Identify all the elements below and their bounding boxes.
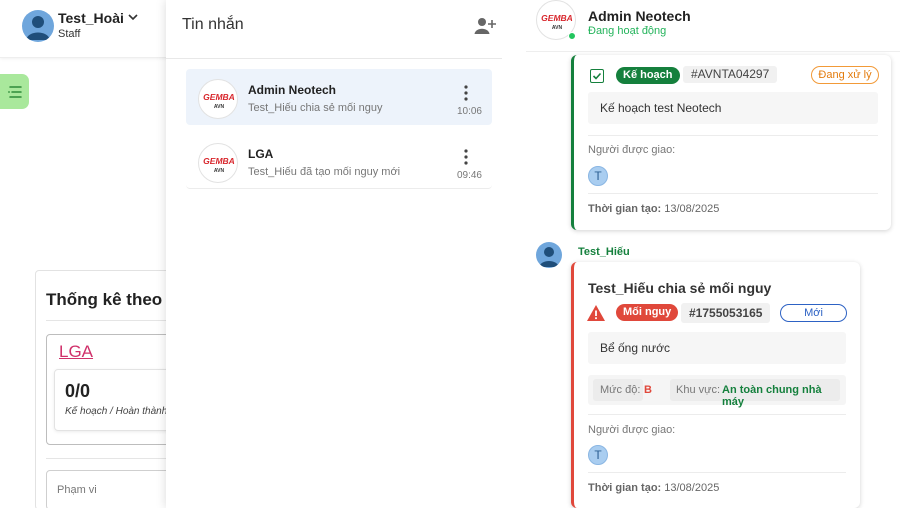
conversation-name: Admin Neotech [248,83,337,97]
gemba-logo: GEMBA AVN [198,143,238,183]
assignee-avatar[interactable]: T [588,166,608,186]
hazard-badge: Mối nguy [616,304,679,321]
svg-text:AVN: AVN [552,25,563,31]
severity-label: Mức độ: [600,384,641,396]
assignee-label: Người được giao: [588,424,676,436]
count-label: Kế hoạch / Hoàn thành [65,406,168,417]
sender-avatar [536,242,562,268]
more-options-icon[interactable] [460,148,472,166]
hazard-content: Bể ống nước [588,332,846,364]
svg-text:GEMBA: GEMBA [203,92,235,102]
status-badge: Mới [780,304,847,322]
conversation-item[interactable]: GEMBA AVN LGA Test_Hiếu đã tạo mối nguy … [186,133,492,189]
user-avatar[interactable] [22,10,54,42]
conversation-name: LGA [248,147,274,161]
conversation-time: 09:46 [456,170,482,181]
conversation-preview: Test_Hiếu đã tạo mối nguy mới [248,166,401,178]
gemba-logo: GEMBA AVN [198,79,238,119]
severity-value: B [644,384,652,396]
assignee-label: Người được giao: [588,144,676,156]
divider [588,414,846,415]
online-status-dot [568,32,576,40]
org-link[interactable]: LGA [59,342,93,362]
chevron-down-icon[interactable] [128,12,138,24]
user-role: Staff [58,28,81,40]
area-label: Khu vực: [676,384,721,396]
stats-title: Thống kê theo đ [46,290,178,309]
conversation-preview: Test_Hiếu chia sẻ mối nguy [248,102,383,114]
add-user-icon [474,18,496,34]
plan-content: Kế hoạch test Neotech [588,92,878,124]
hazard-code: #1755053165 [681,303,771,323]
divider [166,58,502,59]
warning-icon [586,304,606,322]
plan-code: #AVNTA04297 [683,66,778,83]
count-value: 0/0 [65,381,91,401]
conversation-time: 10:06 [456,106,482,117]
divider [588,135,878,136]
chat-panel: GEMBA AVN Admin Neotech Đang hoạt động K… [516,0,900,508]
svg-text:AVN: AVN [214,168,225,174]
svg-text:GEMBA: GEMBA [541,13,573,23]
assignee-avatar[interactable]: T [588,445,608,465]
status-badge: Đang xử lý [811,66,879,84]
chat-header: GEMBA AVN Admin Neotech Đang hoạt động [526,0,900,52]
more-options-icon[interactable] [460,84,472,102]
messages-panel: Tin nhắn GEMBA AVN Admin Neotech Test_Hi… [166,0,516,508]
add-user-button[interactable] [474,16,496,36]
sender-name: Test_Hiếu [578,246,630,258]
created-time: Thời gian tạo: 13/08/2025 [588,482,720,494]
hazard-meta-row: Mức độ: B Khu vực: An toàn chung nhà máy [588,375,846,408]
menu-icon [7,85,22,98]
chat-contact-status: Đang hoạt động [588,25,667,37]
conversation-item[interactable]: GEMBA AVN Admin Neotech Test_Hiếu chia s… [186,69,492,125]
svg-text:GEMBA: GEMBA [203,156,235,166]
divider [588,472,846,473]
divider [588,193,878,194]
hazard-card-title: Test_Hiếu chia sẻ mối nguy [588,280,772,296]
menu-toggle-button[interactable] [0,74,29,109]
user-name[interactable]: Test_Hoài [58,10,124,26]
created-time: Thời gian tạo: 13/08/2025 [588,203,720,215]
svg-text:AVN: AVN [214,104,225,110]
checkbox-icon [590,69,604,83]
plan-badge: Kế hoạch [616,67,680,84]
messages-title: Tin nhắn [182,16,244,33]
area-value: An toàn chung nhà máy [722,384,822,408]
chat-contact-name: Admin Neotech [588,8,691,24]
